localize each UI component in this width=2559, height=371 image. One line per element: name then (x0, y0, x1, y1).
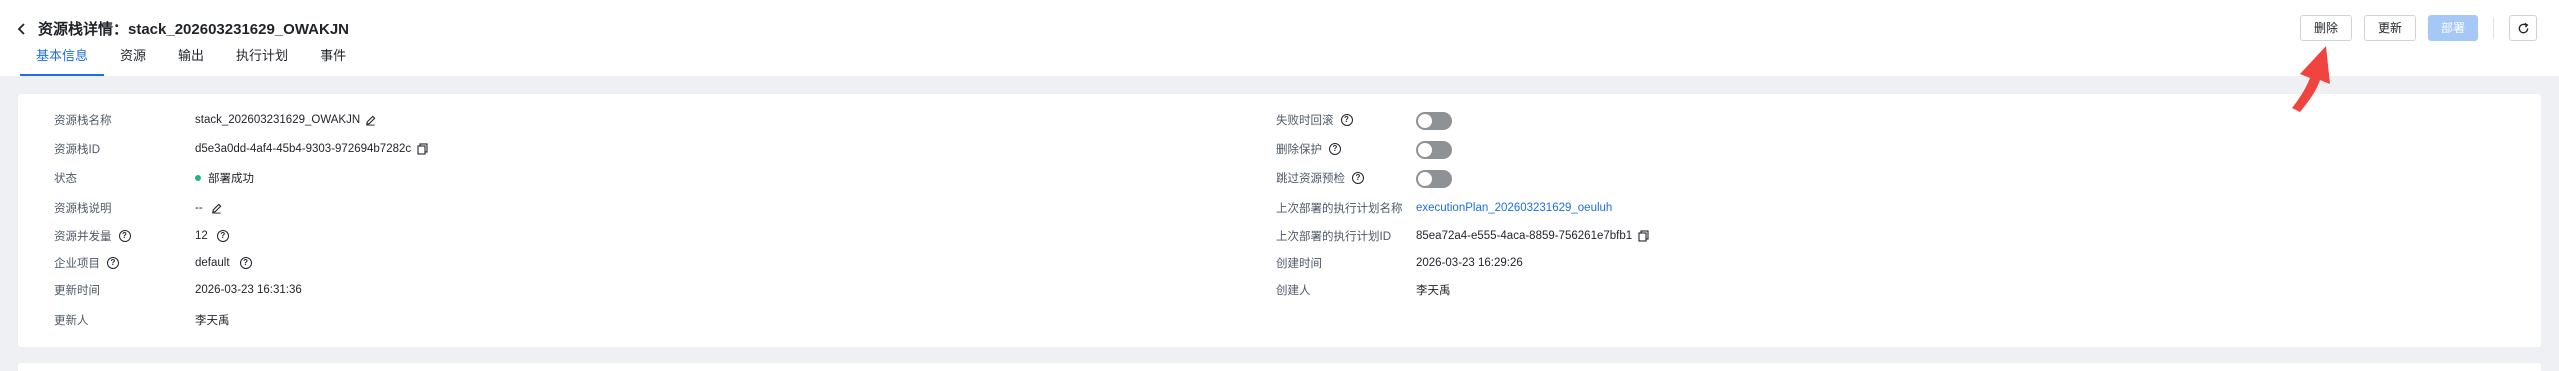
copy-icon[interactable] (1638, 230, 1649, 242)
skip-precheck-toggle-wrap (1416, 169, 1452, 189)
creator-label: 创建人 (1276, 285, 1311, 297)
delete-protection-label-row: 删除保护 ? (1276, 139, 1341, 159)
page-header: 资源栈详情：stack_202603231629_OWAKJN 基本信息 资源 … (0, 0, 2559, 76)
question-icon[interactable]: ? (216, 230, 229, 242)
update-time-label: 更新时间 (54, 285, 100, 297)
tab-execution-plans[interactable]: 执行计划 (220, 46, 304, 76)
chevron-left-icon (17, 23, 25, 35)
stack-id-value-row: d5e3a0dd-4af4-45b4-9303-972694b7282c (195, 139, 428, 159)
status-label: 状态 (54, 173, 77, 185)
create-time-value: 2026-03-23 16:29:26 (1416, 257, 1523, 269)
deploy-button[interactable]: 部署 (2428, 15, 2478, 41)
stack-name-value-row: stack_202603231629_OWAKJN (195, 110, 376, 130)
last-plan-id-value: 85ea72a4-e555-4aca-8859-756261e7bfb1 (1416, 230, 1633, 242)
description-value: -- (195, 202, 203, 214)
skip-precheck-toggle[interactable] (1416, 170, 1452, 188)
question-icon[interactable]: ? (1329, 143, 1341, 155)
updater-value: 李天禹 (195, 315, 230, 327)
copy-icon[interactable] (417, 143, 428, 155)
tab-events[interactable]: 事件 (304, 46, 362, 76)
last-plan-name-link[interactable]: executionPlan_202603231629_oeuluh (1416, 202, 1612, 214)
page-title: 资源栈详情：stack_202603231629_OWAKJN (38, 21, 349, 38)
concurrency-label-row: 资源并发量 ? (54, 226, 131, 246)
question-icon[interactable]: ? (1352, 172, 1364, 184)
update-time-value: 2026-03-23 16:31:36 (195, 284, 302, 296)
description-value-row: -- (195, 198, 222, 218)
updater-label: 更新人 (54, 315, 89, 327)
update-button[interactable]: 更新 (2364, 15, 2416, 41)
stack-name-label: 资源栈名称 (54, 115, 112, 127)
delete-protection-toggle-wrap (1416, 140, 1452, 160)
delete-protection-label: 删除保护 (1276, 144, 1322, 156)
rollback-label: 失败时回滚 (1276, 115, 1334, 127)
question-icon[interactable]: ? (239, 257, 252, 269)
creator-value: 李天禹 (1416, 285, 1451, 297)
basic-info-card: 资源栈名称 stack_202603231629_OWAKJN 资源栈ID d5… (18, 94, 2541, 347)
enterprise-project-label-row: 企业项目 ? (54, 253, 119, 273)
rollback-toggle[interactable] (1416, 112, 1452, 130)
status-value: 部署成功 (208, 173, 254, 185)
refresh-icon (2518, 22, 2528, 33)
status-value-row: 部署成功 (195, 168, 254, 188)
enterprise-project-value: default (195, 257, 230, 269)
delete-button[interactable]: 删除 (2300, 15, 2352, 41)
annotation-arrow-icon (2292, 46, 2330, 112)
tab-outputs[interactable]: 输出 (162, 46, 220, 76)
stack-id-value: d5e3a0dd-4af4-45b4-9303-972694b7282c (195, 143, 412, 155)
rollback-label-row: 失败时回滚 ? (1276, 110, 1353, 130)
concurrency-value-row: 12 ? (195, 226, 229, 246)
tab-bar: 基本信息 资源 输出 执行计划 事件 (20, 46, 362, 76)
concurrency-label: 资源并发量 (54, 231, 112, 243)
concurrency-value: 12 (195, 230, 208, 242)
tab-basic-info[interactable]: 基本信息 (20, 46, 105, 76)
edit-icon[interactable] (365, 115, 376, 126)
stack-name-value: stack_202603231629_OWAKJN (195, 114, 361, 126)
enterprise-project-label: 企业项目 (54, 258, 100, 270)
last-plan-id-value-row: 85ea72a4-e555-4aca-8859-756261e7bfb1 (1416, 226, 1649, 246)
enterprise-project-value-row: default ? (195, 253, 252, 273)
last-plan-id-label: 上次部署的执行计划ID (1276, 231, 1391, 243)
description-label: 资源栈说明 (54, 203, 112, 215)
stack-id-label: 资源栈ID (54, 144, 100, 156)
tab-resources[interactable]: 资源 (104, 46, 162, 76)
skip-precheck-label-row: 跳过资源预检 ? (1276, 168, 1364, 188)
question-icon[interactable]: ? (107, 257, 119, 269)
delete-protection-toggle[interactable] (1416, 141, 1452, 159)
create-time-label: 创建时间 (1276, 258, 1322, 270)
last-plan-name-value-row: executionPlan_202603231629_oeuluh (1416, 198, 1612, 218)
bottom-panel (18, 363, 2541, 371)
rollback-toggle-wrap (1416, 111, 1452, 131)
toolbar-divider (2493, 17, 2494, 39)
skip-precheck-label: 跳过资源预检 (1276, 173, 1345, 185)
refresh-button[interactable] (2509, 15, 2537, 41)
last-plan-name-label: 上次部署的执行计划名称 (1276, 203, 1403, 215)
question-icon[interactable]: ? (1340, 114, 1353, 126)
status-success-dot (195, 175, 201, 181)
question-icon[interactable]: ? (118, 230, 131, 242)
edit-icon[interactable] (211, 203, 222, 214)
back-button[interactable] (14, 21, 30, 37)
